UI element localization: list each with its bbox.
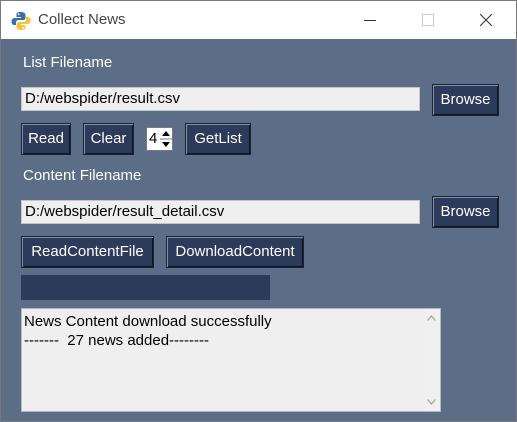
main-window: Collect News List Filename D:/webspider/…: [0, 0, 517, 422]
clear-button[interactable]: Clear: [83, 123, 134, 155]
log-textarea[interactable]: News Content download successfully -----…: [21, 308, 441, 412]
read-content-file-button[interactable]: ReadContentFile: [21, 236, 154, 268]
spin-down-icon[interactable]: [162, 142, 170, 147]
download-progress-bar: [21, 275, 270, 300]
list-filename-input[interactable]: D:/webspider/result.csv: [21, 87, 420, 111]
download-content-button[interactable]: DownloadContent: [166, 236, 304, 268]
browse-content-button[interactable]: Browse: [432, 196, 499, 228]
title-bar[interactable]: Collect News: [1, 1, 516, 39]
close-icon: [480, 14, 492, 26]
spin-up-icon[interactable]: [162, 131, 170, 136]
close-button[interactable]: [463, 1, 509, 39]
log-scrollbar[interactable]: [423, 309, 440, 411]
content-filename-input[interactable]: D:/webspider/result_detail.csv: [21, 200, 420, 224]
scroll-up-icon[interactable]: [427, 315, 436, 321]
spinbox-arrows[interactable]: [160, 128, 172, 150]
getlist-button[interactable]: GetList: [185, 123, 251, 155]
log-line-1: News Content download successfully: [24, 313, 272, 330]
window-title: Collect News: [38, 11, 126, 28]
browse-list-button[interactable]: Browse: [432, 84, 499, 116]
minimize-button[interactable]: [347, 1, 393, 39]
read-button[interactable]: Read: [21, 123, 71, 155]
maximize-button[interactable]: [405, 1, 451, 39]
python-icon: [11, 11, 31, 31]
content-filename-label: Content Filename: [23, 167, 142, 184]
maximize-icon: [422, 14, 434, 26]
log-line-2: ------- 27 news added--------: [24, 332, 210, 349]
list-filename-label: List Filename: [23, 54, 113, 71]
spinbox-value: 4: [149, 130, 158, 147]
minimize-icon: [364, 20, 376, 21]
scroll-down-icon[interactable]: [427, 399, 436, 405]
count-spinbox[interactable]: 4: [146, 127, 173, 151]
